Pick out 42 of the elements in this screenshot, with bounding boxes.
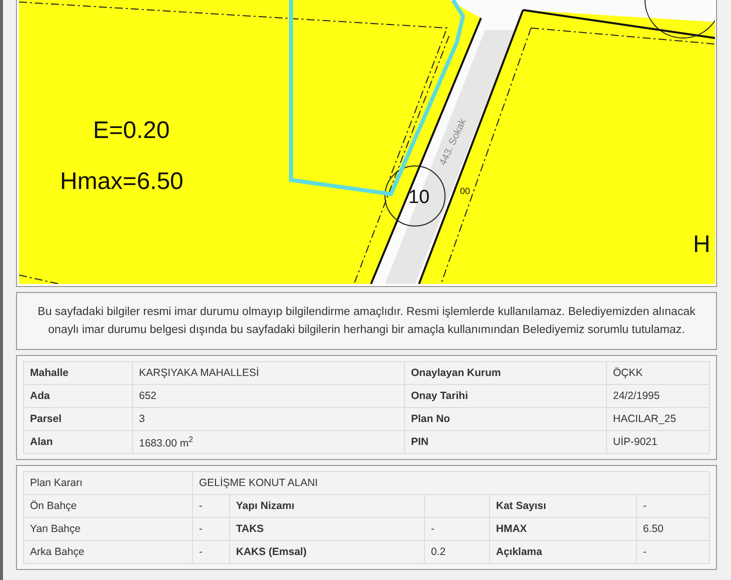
field-value: GELİŞME KONUT ALANI	[192, 472, 710, 494]
field-value: -	[424, 518, 490, 540]
field-value: ÖÇKK	[606, 362, 710, 384]
field-label: HMAX	[490, 518, 636, 540]
field-value: KARŞIYAKA MAHALLESİ	[132, 362, 404, 384]
field-label: Ada	[24, 384, 132, 408]
map-label: H	[693, 231, 710, 258]
field-value: UİP-9021	[606, 430, 710, 454]
map-label: 443. Sokak	[438, 117, 469, 168]
field-label: Kat Sayısı	[490, 494, 636, 518]
field-value: 1683.00 m$^{2}$	[132, 430, 404, 454]
field-value: Ön Bahçe	[24, 494, 192, 518]
field-value: 6.50	[636, 518, 710, 540]
field-label: Mahalle	[24, 362, 132, 384]
field-value: -	[192, 518, 230, 540]
field-label: Alan	[24, 430, 132, 454]
field-value: Yan Bahçe	[24, 518, 192, 540]
field-label: TAKS	[230, 518, 424, 540]
field-label: Plan No	[404, 408, 606, 430]
field-value: -	[192, 540, 230, 564]
map-label: E=0.20	[93, 117, 170, 144]
field-value: Plan Kararı	[24, 472, 192, 494]
field-value: HACILAR_25	[606, 408, 710, 430]
field-value: -	[192, 494, 230, 518]
field-value: 24/2/1995	[606, 384, 710, 408]
field-value: 0.2	[424, 540, 490, 564]
field-value: -	[636, 540, 710, 564]
field-label: Açıklama	[490, 540, 636, 564]
field-value: 652	[132, 384, 404, 408]
map-label: 10	[408, 187, 430, 208]
field-label: PIN	[404, 430, 606, 454]
field-label: Onay Tarihi	[404, 384, 606, 408]
disclaimer-text: Bu sayfadaki bilgiler resmi imar durumu olmayıp bilgilendirme amaçlıdır. Resmi işlemlerde kullanılamaz. Belediyemizden alınacak onaylı imar durumu belgesi dışında bu sayfadaki bilgilerin herhangi bir amaçla kullanımından Belediyemiz sorumlu tutulamaz.	[16, 292, 717, 350]
field-value: 3	[132, 408, 404, 430]
field-label: Parsel	[24, 408, 132, 430]
field-value: Arka Bahçe	[24, 540, 192, 564]
map-label: 00	[460, 186, 470, 196]
field-value: -	[636, 494, 710, 518]
map-label: Hmax=6.50	[60, 168, 184, 195]
field-label: KAKS (Emsal)	[230, 540, 424, 564]
field-label: Onaylayan Kurum	[404, 362, 606, 384]
field-label: Yapı Nizamı	[230, 494, 424, 518]
